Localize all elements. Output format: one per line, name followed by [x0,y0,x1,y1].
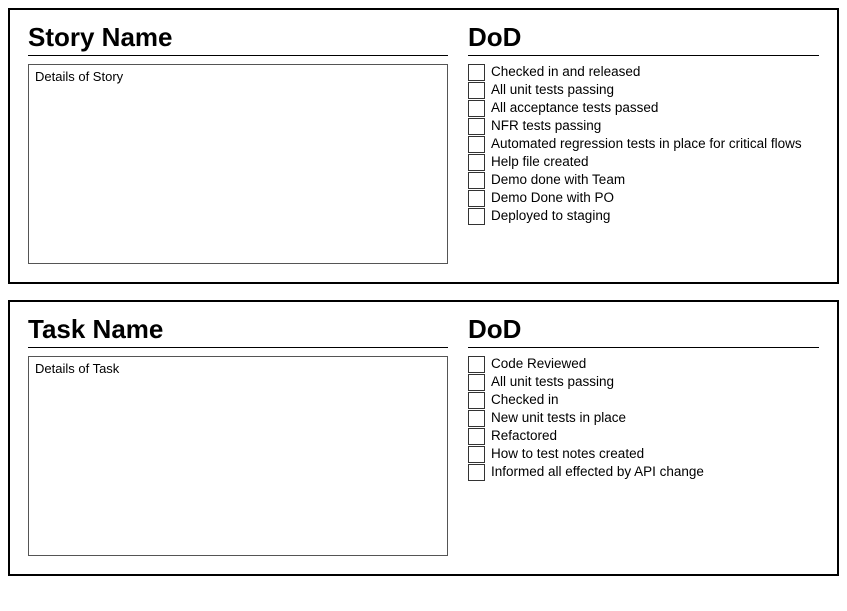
checklist-item: Checked in [468,392,819,409]
checkbox[interactable] [468,446,485,463]
checkbox[interactable] [468,464,485,481]
checklist-label: Refactored [491,428,557,444]
checkbox[interactable] [468,190,485,207]
story-dod-checklist: Checked in and released All unit tests p… [468,64,819,225]
checklist-item: Demo done with Team [468,172,819,189]
checklist-item: NFR tests passing [468,118,819,135]
checklist-item: Demo Done with PO [468,190,819,207]
checklist-label: NFR tests passing [491,118,601,134]
checklist-label: New unit tests in place [491,410,626,426]
checklist-label: Automated regression tests in place for … [491,136,802,152]
checklist-item: All acceptance tests passed [468,100,819,117]
checklist-item: Deployed to staging [468,208,819,225]
story-details-label: Details of Story [35,69,123,84]
checkbox[interactable] [468,356,485,373]
story-card: Story Name Details of Story DoD Checked … [8,8,839,284]
checkbox[interactable] [468,172,485,189]
checklist-label: All unit tests passing [491,82,614,98]
checkbox[interactable] [468,82,485,99]
checklist-item: Code Reviewed [468,356,819,373]
checklist-item: New unit tests in place [468,410,819,427]
checklist-label: All unit tests passing [491,374,614,390]
checklist-label: Demo done with Team [491,172,625,188]
checklist-item: All unit tests passing [468,374,819,391]
checklist-label: Informed all effected by API change [491,464,704,480]
checklist-item: Informed all effected by API change [468,464,819,481]
story-dod-title: DoD [468,22,819,56]
story-title: Story Name [28,22,448,56]
checklist-label: All acceptance tests passed [491,100,658,116]
checkbox[interactable] [468,428,485,445]
checkbox[interactable] [468,100,485,117]
checkbox[interactable] [468,154,485,171]
checklist-label: Checked in [491,392,559,408]
story-right-column: DoD Checked in and released All unit tes… [468,22,819,264]
checklist-item: Help file created [468,154,819,171]
task-dod-checklist: Code Reviewed All unit tests passing Che… [468,356,819,481]
checklist-item: Checked in and released [468,64,819,81]
task-card: Task Name Details of Task DoD Code Revie… [8,300,839,576]
task-left-column: Task Name Details of Task [28,314,448,556]
checklist-label: Code Reviewed [491,356,586,372]
checklist-item: Refactored [468,428,819,445]
checkbox[interactable] [468,64,485,81]
task-title: Task Name [28,314,448,348]
checklist-label: How to test notes created [491,446,644,462]
checklist-label: Demo Done with PO [491,190,614,206]
checklist-label: Checked in and released [491,64,640,80]
checklist-item: How to test notes created [468,446,819,463]
checkbox[interactable] [468,392,485,409]
checklist-item: Automated regression tests in place for … [468,136,819,153]
task-dod-title: DoD [468,314,819,348]
task-details-label: Details of Task [35,361,119,376]
checkbox[interactable] [468,118,485,135]
checklist-item: All unit tests passing [468,82,819,99]
checklist-label: Help file created [491,154,589,170]
checkbox[interactable] [468,410,485,427]
checkbox[interactable] [468,208,485,225]
story-details-box[interactable]: Details of Story [28,64,448,264]
checkbox[interactable] [468,136,485,153]
task-details-box[interactable]: Details of Task [28,356,448,556]
checklist-label: Deployed to staging [491,208,610,224]
checkbox[interactable] [468,374,485,391]
story-left-column: Story Name Details of Story [28,22,448,264]
task-right-column: DoD Code Reviewed All unit tests passing… [468,314,819,556]
